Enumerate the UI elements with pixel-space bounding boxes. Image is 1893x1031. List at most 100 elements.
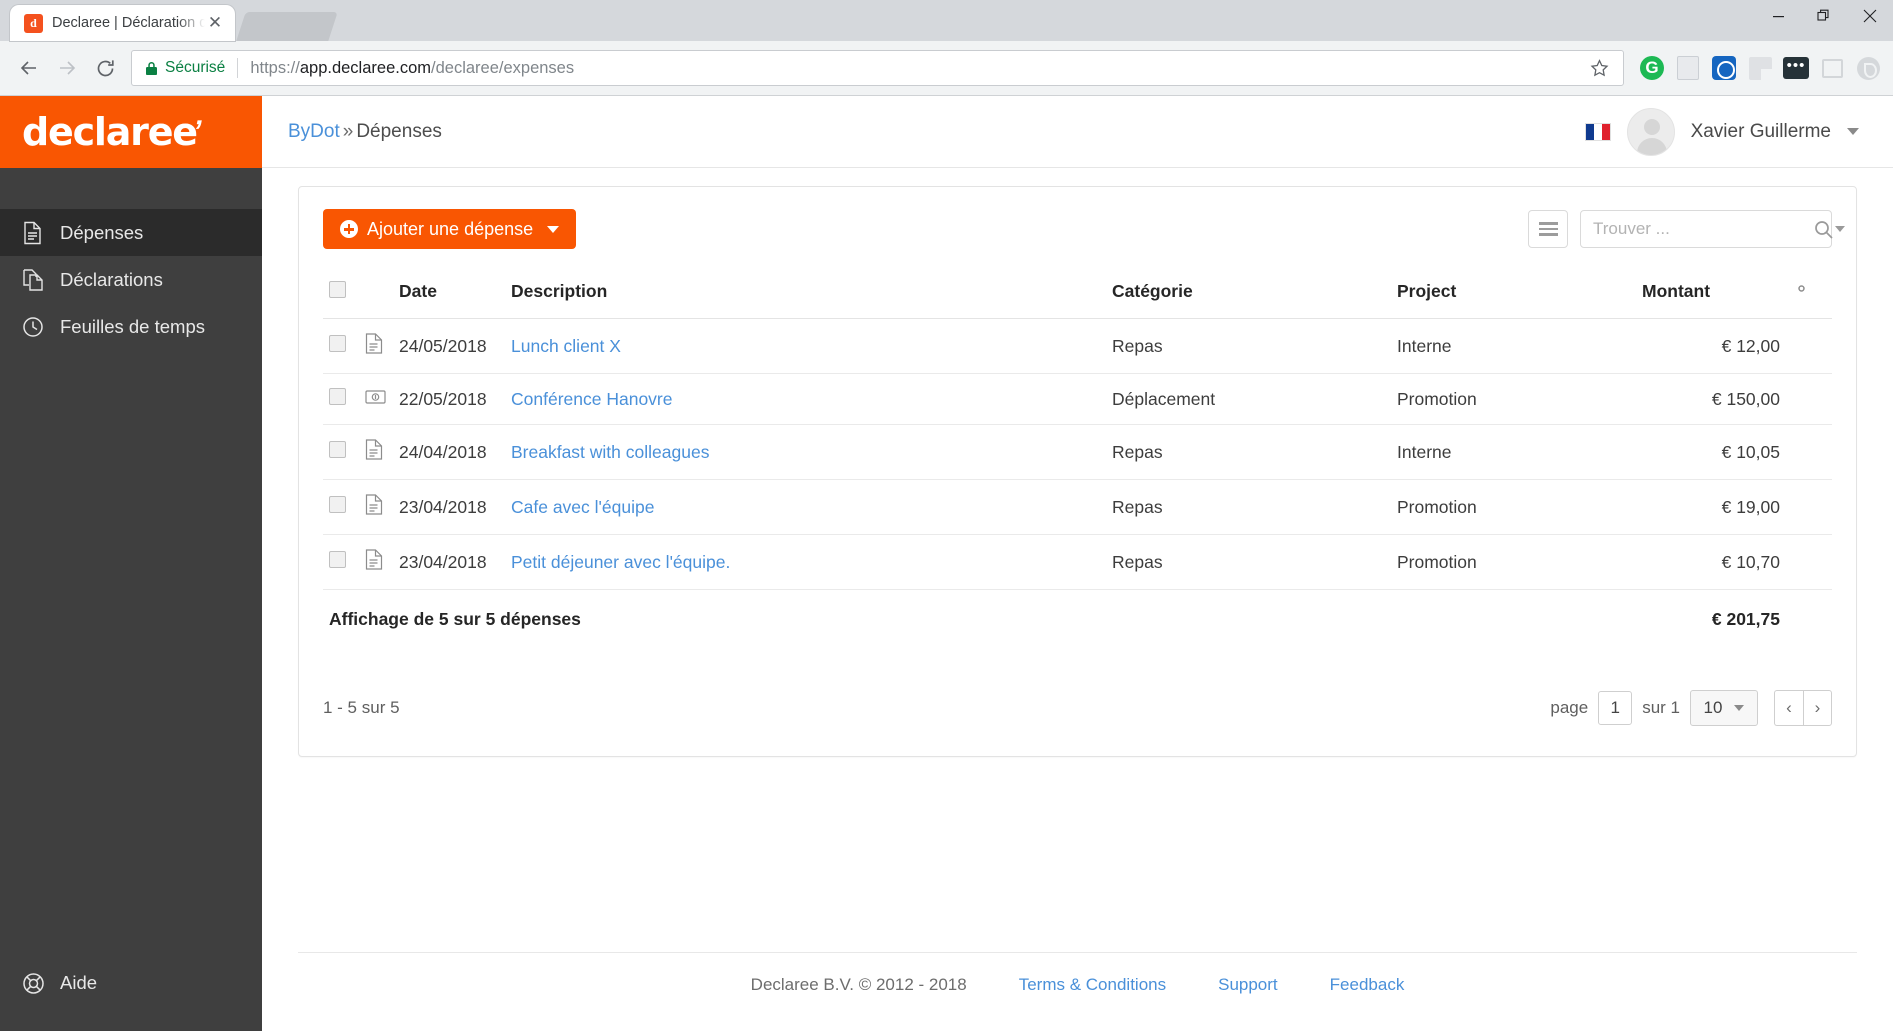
window-split-icon[interactable] <box>1745 53 1775 83</box>
row-description-link[interactable]: Cafe avec l'équipe <box>511 497 654 517</box>
list-view-button[interactable] <box>1528 210 1568 248</box>
sidebar: declaree ’ Dépenses Déclarations Feuille… <box>0 96 262 1031</box>
lock-icon <box>145 61 158 76</box>
sidebar-item-label: Dépenses <box>60 221 144 243</box>
search-box[interactable] <box>1580 210 1845 248</box>
sidebar-item-aide[interactable]: Aide <box>0 955 262 1011</box>
summary-amount: € 201,75 <box>1711 609 1780 629</box>
card-toolbar: Ajouter une dépense <box>323 209 1845 249</box>
table-row[interactable]: 24/05/2018 Lunch client X Repas Interne … <box>323 318 1832 374</box>
back-button[interactable] <box>10 49 48 87</box>
pagination: 1 - 5 sur 5 page sur 1 10 ‹ › <box>323 690 1832 726</box>
pagination-page-input[interactable] <box>1598 691 1633 725</box>
column-header-montant[interactable]: Montant <box>1636 275 1786 319</box>
breadcrumb-current: Dépenses <box>356 120 442 142</box>
table-head: Date Description Catégorie Project Monta… <box>323 275 1832 319</box>
breadcrumb-root[interactable]: ByDot <box>288 121 340 142</box>
search-icon[interactable] <box>1814 220 1845 239</box>
row-amount: € 12,00 <box>1636 318 1786 374</box>
sidebar-item-depenses[interactable]: Dépenses <box>0 209 262 256</box>
column-header-project[interactable]: Project <box>1391 275 1636 319</box>
table-row[interactable]: 22/05/2018 Conférence Hanovre Déplacemen… <box>323 373 1832 425</box>
ellipsis-icon[interactable]: ••• <box>1781 53 1811 83</box>
chevron-down-icon[interactable] <box>547 225 560 233</box>
hamburger-icon <box>1538 222 1558 225</box>
row-checkbox[interactable] <box>329 441 346 458</box>
row-category: Repas <box>1106 318 1391 374</box>
column-header-description[interactable]: Description <box>505 275 1106 319</box>
row-description-link[interactable]: Conférence Hanovre <box>511 389 672 409</box>
add-expense-button[interactable]: Ajouter une dépense <box>323 209 577 249</box>
keyboard-icon[interactable] <box>1817 53 1847 83</box>
footer-link-feedback[interactable]: Feedback <box>1330 975 1405 995</box>
select-all-checkbox[interactable] <box>329 280 346 298</box>
row-project: Promotion <box>1391 534 1636 590</box>
expenses-card: Ajouter une dépense Trouver ... Date Des… <box>298 186 1857 757</box>
row-checkbox[interactable] <box>329 496 346 513</box>
sidebar-item-label: Aide <box>60 972 98 993</box>
plus-circle-icon <box>340 220 358 238</box>
address-bar[interactable]: Sécurisé https://app.declaree.com/declar… <box>131 50 1624 86</box>
tab-close-icon[interactable]: ✕ <box>205 13 225 33</box>
row-date: 23/04/2018 <box>393 534 505 590</box>
search-input[interactable] <box>1593 219 1814 239</box>
url-scheme: https:// <box>250 58 300 77</box>
summary-spacer-3 <box>1786 590 1832 645</box>
reload-button[interactable] <box>86 49 124 87</box>
secure-label: Sécurisé <box>165 59 226 76</box>
table-row[interactable]: 23/04/2018 Petit déjeuner avec l'équipe.… <box>323 534 1832 590</box>
chevron-down-icon[interactable] <box>1847 128 1859 135</box>
sidebar-item-label: Feuilles de temps <box>60 315 205 337</box>
compass-icon[interactable] <box>1709 53 1739 83</box>
row-description-link[interactable]: Lunch client X <box>511 336 621 356</box>
browser-tab[interactable]: d Declaree | Déclaration de ✕ <box>10 5 235 41</box>
footer-link-support[interactable]: Support <box>1218 975 1278 995</box>
gear-icon[interactable] <box>1792 282 1811 303</box>
table-row[interactable]: 24/04/2018 Breakfast with colleagues Rep… <box>323 424 1832 480</box>
column-header-categorie[interactable]: Catégorie <box>1106 275 1391 319</box>
table-row[interactable]: 23/04/2018 Cafe avec l'équipe Repas Prom… <box>323 479 1832 535</box>
grammarly-icon[interactable] <box>1637 53 1667 83</box>
footer-link-terms[interactable]: Terms & Conditions <box>1019 975 1166 995</box>
row-project: Promotion <box>1391 373 1636 425</box>
row-actions <box>1786 373 1832 425</box>
row-actions <box>1786 318 1832 374</box>
row-checkbox[interactable] <box>329 335 346 352</box>
next-page-button[interactable]: › <box>1803 690 1832 726</box>
summary-spacer-2 <box>1391 590 1636 645</box>
documents-copy-icon <box>22 268 56 292</box>
row-description-link[interactable]: Breakfast with colleagues <box>511 442 709 462</box>
row-select-cell <box>323 534 359 590</box>
expenses-table: Date Description Catégorie Project Monta… <box>323 275 1832 644</box>
new-tab-button[interactable] <box>236 12 338 41</box>
pagination-nav-group: ‹ › <box>1774 690 1832 726</box>
prev-page-button[interactable]: ‹ <box>1774 690 1803 726</box>
hamburger-icon <box>1538 227 1558 231</box>
topbar: ByDot» Dépenses Xavier Guillerme <box>262 96 1893 168</box>
brand-logo[interactable]: declaree ’ <box>0 96 262 168</box>
row-checkbox[interactable] <box>329 388 346 405</box>
sidebar-item-feuilles-de-temps[interactable]: Feuilles de temps <box>0 303 262 350</box>
sidebar-item-declarations[interactable]: Déclarations <box>0 256 262 303</box>
column-header-date[interactable]: Date <box>393 275 505 319</box>
bookmark-star-icon[interactable] <box>1584 58 1615 78</box>
row-description-link[interactable]: Petit déjeuner avec l'équipe. <box>511 552 730 572</box>
avatar[interactable] <box>1626 107 1675 156</box>
row-checkbox[interactable] <box>329 551 346 568</box>
close-icon[interactable] <box>1847 0 1893 32</box>
footer-copyright: Declaree B.V. © 2012 - 2018 <box>750 975 967 994</box>
clock-icon <box>22 316 56 338</box>
summary-spacer-1 <box>1106 590 1391 645</box>
page-size-select[interactable]: 10 <box>1690 690 1758 726</box>
france-flag-icon[interactable] <box>1584 122 1611 141</box>
restore-icon[interactable] <box>1801 0 1847 32</box>
forward-button[interactable] <box>48 49 86 87</box>
row-select-cell <box>323 424 359 480</box>
clock-phone-icon[interactable] <box>1853 53 1883 83</box>
row-actions <box>1786 424 1832 480</box>
document-edit-icon[interactable] <box>1673 53 1703 83</box>
table-summary-row: Affichage de 5 sur 5 dépenses € 201,75 <box>323 590 1832 645</box>
tab-strip: d Declaree | Déclaration de ✕ <box>10 5 338 41</box>
minimize-icon[interactable] <box>1755 0 1801 32</box>
